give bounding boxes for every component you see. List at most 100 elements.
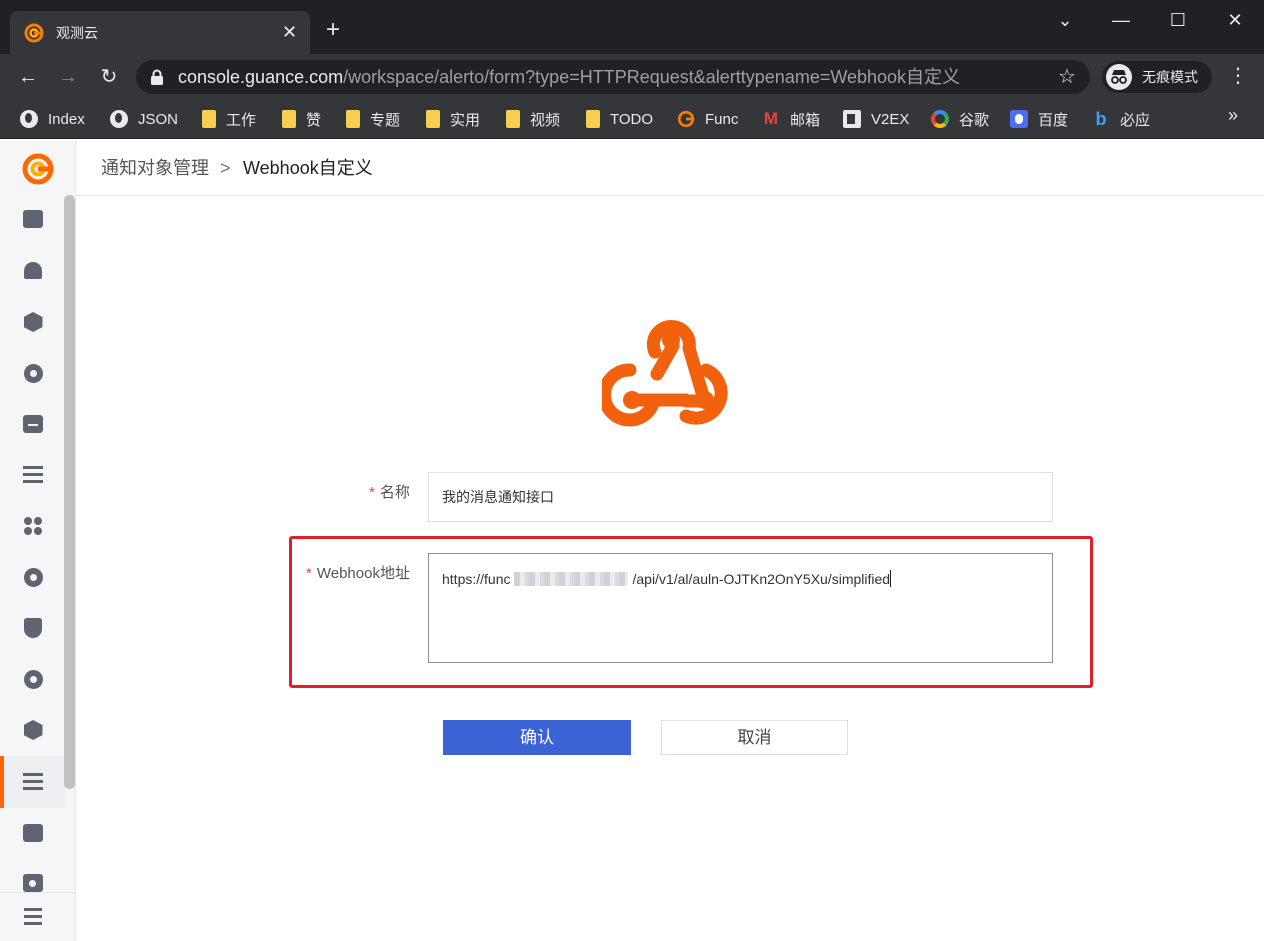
guance-logo-icon[interactable] bbox=[21, 152, 55, 186]
components-icon[interactable] bbox=[18, 307, 48, 337]
reload-icon[interactable]: ↻ bbox=[95, 63, 123, 91]
bookmark-index[interactable]: Index bbox=[20, 107, 85, 131]
settings-sliders-icon[interactable] bbox=[18, 767, 48, 797]
url-path: /workspace/alerto/form?type=HTTPRequest&… bbox=[343, 67, 961, 87]
google-icon bbox=[931, 110, 949, 128]
bookmark-label: Index bbox=[48, 110, 85, 128]
check-circle-icon[interactable] bbox=[18, 358, 48, 388]
browser-tab[interactable]: 观测云 ✕ bbox=[10, 11, 310, 54]
bookmark-label: 邮箱 bbox=[790, 111, 821, 129]
confirm-button[interactable]: 确认 bbox=[443, 720, 631, 755]
bookmark-baidu[interactable]: 百度 bbox=[1010, 107, 1068, 131]
apps-icon[interactable] bbox=[18, 511, 48, 541]
folder-icon bbox=[586, 110, 600, 128]
v2ex-icon bbox=[843, 110, 861, 128]
billing-icon[interactable] bbox=[18, 818, 48, 848]
bookmarks-bar: Index JSON 工作 赞 专题 实用 视频 TODO Func M 邮箱 V… bbox=[0, 99, 1264, 139]
required-mark: * bbox=[306, 565, 312, 582]
calendar-list-icon[interactable] bbox=[18, 409, 48, 439]
bookmark-folder-work[interactable]: 工作 bbox=[200, 107, 256, 131]
mail-icon: M bbox=[763, 109, 779, 128]
folder-icon bbox=[426, 110, 440, 128]
bookmark-bing[interactable]: b 必应 bbox=[1092, 107, 1151, 131]
name-field[interactable]: 我的消息通知接口 bbox=[428, 472, 1053, 522]
maximize-icon[interactable]: ☐ bbox=[1163, 8, 1193, 32]
bing-icon: b bbox=[1095, 109, 1107, 129]
bookmark-label: 视频 bbox=[530, 111, 561, 129]
cube-icon[interactable] bbox=[18, 715, 48, 745]
cancel-button[interactable]: 取消 bbox=[661, 720, 848, 755]
breadcrumb-separator: > bbox=[220, 158, 231, 178]
bookmark-label: 必应 bbox=[1120, 111, 1151, 129]
breadcrumb: 通知对象管理 > Webhook自定义 bbox=[76, 140, 1264, 196]
folder-icon bbox=[202, 110, 216, 128]
webhook-label: * Webhook地址 bbox=[306, 565, 410, 583]
required-mark: * bbox=[369, 484, 375, 501]
browser-titlebar: 观测云 ✕ + ⌄ — ☐ ✕ bbox=[0, 0, 1264, 54]
incognito-icon bbox=[1106, 64, 1132, 90]
plus-icon[interactable]: + bbox=[326, 16, 340, 44]
bell-icon[interactable] bbox=[18, 255, 48, 285]
baidu-icon bbox=[1010, 110, 1028, 128]
breadcrumb-parent[interactable]: 通知对象管理 bbox=[101, 157, 209, 179]
bookmark-label: TODO bbox=[610, 110, 654, 128]
webhook-label-text: Webhook地址 bbox=[316, 565, 410, 582]
collapse-menu-icon[interactable] bbox=[18, 902, 48, 932]
globe-icon bbox=[110, 110, 128, 128]
chevron-down-icon[interactable]: ⌄ bbox=[1050, 8, 1080, 32]
sidebar-active-indicator bbox=[0, 756, 4, 808]
folder-icon bbox=[346, 110, 360, 128]
browser-toolbar: ← → ↻ console.guance.com/workspace/alert… bbox=[0, 54, 1264, 99]
bookmark-label: 百度 bbox=[1038, 111, 1069, 129]
bookmark-google[interactable]: 谷歌 bbox=[931, 107, 989, 131]
name-label-text: 名称 bbox=[379, 484, 410, 501]
bookmark-v2ex[interactable]: V2EX bbox=[843, 107, 909, 131]
minimize-icon[interactable]: — bbox=[1106, 8, 1136, 32]
bookmark-label: 谷歌 bbox=[959, 111, 990, 129]
tab-title: 观测云 bbox=[56, 25, 98, 41]
webhook-url-prefix: https://func bbox=[442, 571, 511, 587]
bookmark-label: 专题 bbox=[370, 111, 401, 129]
signal-icon[interactable] bbox=[18, 664, 48, 694]
guance-logo-icon bbox=[24, 23, 44, 43]
bookmark-folder-like[interactable]: 赞 bbox=[280, 107, 321, 131]
window-close-icon[interactable]: ✕ bbox=[1220, 8, 1250, 32]
bookmark-label: 实用 bbox=[450, 111, 481, 129]
incognito-label: 无痕模式 bbox=[1142, 69, 1198, 85]
redacted-host bbox=[514, 572, 629, 586]
bookmark-label: V2EX bbox=[871, 110, 910, 128]
bookmark-label: 赞 bbox=[306, 111, 322, 129]
forward-icon[interactable]: → bbox=[54, 63, 82, 91]
url-host: console.guance.com bbox=[178, 67, 344, 87]
guance-logo-icon bbox=[677, 110, 695, 128]
incognito-badge[interactable]: 无痕模式 bbox=[1102, 61, 1212, 93]
webhook-url-field[interactable]: https://func/api/v1/al/auln-OJTKn2OnY5Xu… bbox=[428, 553, 1053, 663]
close-icon[interactable]: ✕ bbox=[282, 22, 297, 42]
more-vert-icon[interactable]: ⋮ bbox=[1228, 64, 1248, 88]
address-bar[interactable]: console.guance.com/workspace/alerto/form… bbox=[136, 60, 1090, 94]
breadcrumb-current: Webhook自定义 bbox=[243, 158, 373, 178]
folder-icon bbox=[506, 110, 520, 128]
shield-icon[interactable] bbox=[18, 613, 48, 643]
satellite-icon[interactable] bbox=[18, 562, 48, 592]
sidebar-scrollbar[interactable] bbox=[64, 195, 75, 789]
webhook-icon bbox=[602, 320, 728, 427]
bookmarks-overflow-icon[interactable]: » bbox=[1228, 105, 1238, 126]
sidebar-footer bbox=[0, 892, 75, 941]
bookmark-folder-video[interactable]: 视频 bbox=[504, 107, 560, 131]
bookmark-mail[interactable]: M 邮箱 bbox=[762, 107, 820, 131]
bookmark-label: 工作 bbox=[226, 111, 257, 129]
back-icon[interactable]: ← bbox=[14, 63, 42, 91]
bookmark-func[interactable]: Func bbox=[677, 107, 738, 131]
bookmark-folder-todo[interactable]: TODO bbox=[584, 107, 653, 131]
folder-icon bbox=[282, 110, 296, 128]
filter-icon[interactable] bbox=[18, 460, 48, 490]
star-icon[interactable]: ☆ bbox=[1058, 65, 1076, 89]
app-sidebar bbox=[0, 140, 76, 941]
bookmark-folder-useful[interactable]: 实用 bbox=[424, 107, 480, 131]
dashboard-icon[interactable] bbox=[18, 204, 48, 234]
address-url: console.guance.com/workspace/alerto/form… bbox=[178, 66, 960, 88]
bookmark-folder-topics[interactable]: 专题 bbox=[344, 107, 400, 131]
name-label: * 名称 bbox=[369, 484, 410, 502]
bookmark-json[interactable]: JSON bbox=[110, 107, 178, 131]
